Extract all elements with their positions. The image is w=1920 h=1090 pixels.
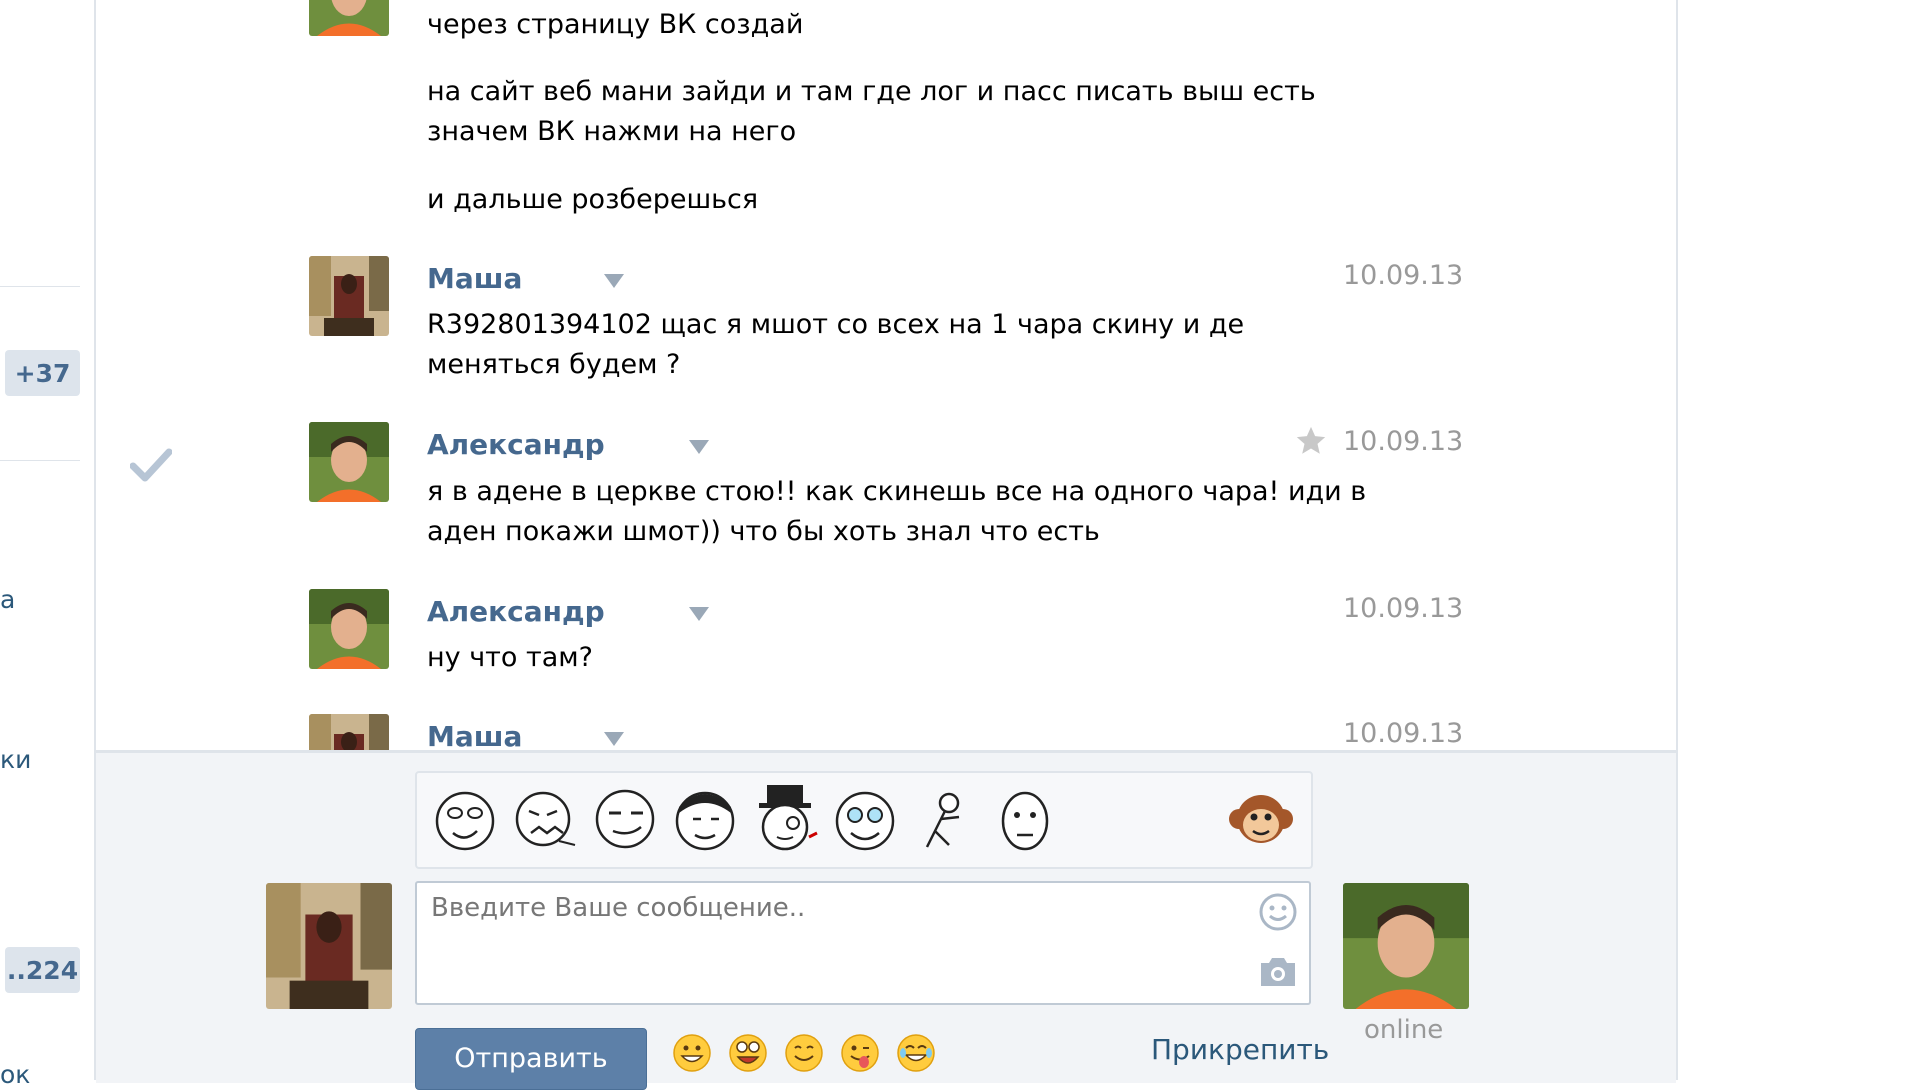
online-status: online (1364, 1015, 1444, 1045)
message-input-box[interactable] (415, 881, 1311, 1005)
sidebar-item-ki[interactable]: ки (0, 745, 31, 774)
avatar-masha[interactable] (309, 256, 389, 336)
message-date: 10.09.13 (1343, 260, 1464, 291)
monkey-icon[interactable] (1225, 783, 1297, 855)
message-text: через страницу ВК создай (427, 9, 804, 40)
message-date: 10.09.13 (1343, 718, 1464, 749)
avatar-alexandr[interactable] (309, 0, 389, 36)
chat-panel: через страницу ВК создай на сайт веб ман… (94, 0, 1678, 1090)
my-avatar[interactable] (266, 883, 392, 1009)
sidebar-badge-top[interactable]: +37 (5, 350, 80, 396)
send-button[interactable]: Отправить (415, 1028, 647, 1090)
author-dropdown-icon[interactable] (604, 274, 624, 288)
message-history[interactable]: через страницу ВК создай на сайт веб ман… (96, 0, 1676, 750)
message-text: меняться будем ? (427, 349, 681, 380)
message-text: аден покажи шмот)) что бы хоть знал что … (427, 516, 1100, 547)
avatar-masha[interactable] (309, 714, 389, 750)
sticker-yao-icon[interactable] (669, 783, 741, 855)
sidebar-divider (0, 460, 80, 461)
message-text: R392801394102 щас я мшот со всех на 1 ча… (427, 309, 1245, 340)
sticker-smug-icon[interactable] (589, 783, 661, 855)
left-sidebar: +37 а ки ..224 ок (0, 0, 80, 1089)
message-author[interactable]: Александр (427, 595, 605, 628)
avatar-alexandr[interactable] (309, 589, 389, 669)
avatar-alexandr[interactable] (309, 422, 389, 502)
message-date: 10.09.13 (1343, 426, 1464, 457)
partner-avatar[interactable] (1343, 883, 1469, 1009)
star-icon[interactable] (1294, 424, 1328, 458)
message-author[interactable]: Александр (427, 428, 605, 461)
emoji-shock-icon[interactable] (728, 1033, 768, 1073)
checkmark-icon[interactable] (129, 448, 173, 482)
camera-icon[interactable] (1257, 955, 1299, 989)
sticker-rage-icon[interactable] (509, 783, 581, 855)
emoji-smile-icon[interactable] (784, 1033, 824, 1073)
author-dropdown-icon[interactable] (604, 732, 624, 746)
sticker-face-icon[interactable] (429, 783, 501, 855)
emoji-grin-icon[interactable] (672, 1033, 712, 1073)
sticker-bar (415, 771, 1313, 869)
attach-link[interactable]: Прикрепить (1151, 1033, 1329, 1066)
composer: online Отправить Прикрепить (96, 750, 1676, 1090)
message-text: на сайт веб мани зайди и там где лог и п… (427, 76, 1316, 107)
message-date: 10.09.13 (1343, 593, 1464, 624)
message-author[interactable]: Маша (427, 720, 522, 750)
author-dropdown-icon[interactable] (689, 607, 709, 621)
sticker-happy-cry-icon[interactable] (829, 783, 901, 855)
smile-icon[interactable] (1257, 891, 1299, 933)
sticker-gentleman-icon[interactable] (749, 783, 821, 855)
sidebar-item-ok[interactable]: ок (0, 1060, 30, 1089)
author-dropdown-icon[interactable] (689, 440, 709, 454)
sticker-stickman-icon[interactable] (909, 783, 981, 855)
sidebar-item-a[interactable]: а (0, 585, 15, 614)
message-input[interactable] (429, 891, 1233, 995)
emoji-wink-tongue-icon[interactable] (840, 1033, 880, 1073)
message-text: ну что там? (427, 642, 593, 673)
message-author[interactable]: Маша (427, 262, 522, 295)
message-text: и дальше розберешься (427, 184, 759, 215)
sticker-pokerface-icon[interactable] (989, 783, 1061, 855)
emoji-tears-joy-icon[interactable] (896, 1033, 936, 1073)
sidebar-divider (0, 286, 80, 287)
sidebar-badge-bottom[interactable]: ..224 (5, 947, 80, 993)
message-text: значем ВК нажми на него (427, 116, 797, 147)
message-text: я в адене в церкве стою!! как скинешь вс… (427, 476, 1367, 507)
